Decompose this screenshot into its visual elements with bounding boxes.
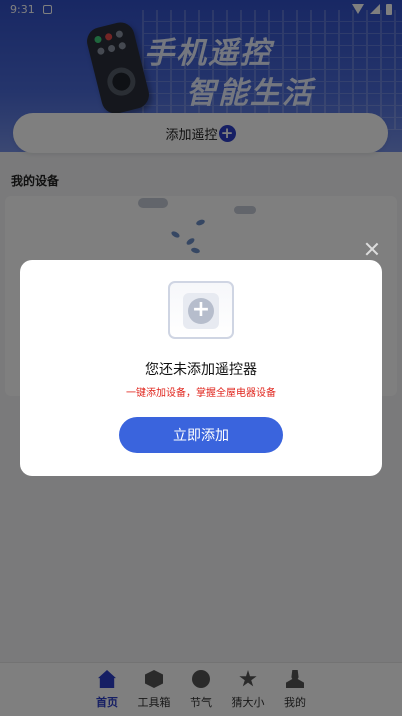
dialog-title: 您还未添加遥控器 xyxy=(145,362,257,378)
close-icon[interactable] xyxy=(364,241,380,257)
empty-remote-dialog: + 您还未添加遥控器 一键添加设备，掌握全屋电器设备 立即添加 xyxy=(20,260,382,476)
dialog-subtitle: 一键添加设备，掌握全屋电器设备 xyxy=(126,388,276,399)
plus-icon: + xyxy=(188,298,214,324)
empty-state-tile: + xyxy=(183,293,219,329)
add-now-button[interactable]: 立即添加 xyxy=(119,417,283,453)
empty-state-illustration: + xyxy=(168,281,234,339)
